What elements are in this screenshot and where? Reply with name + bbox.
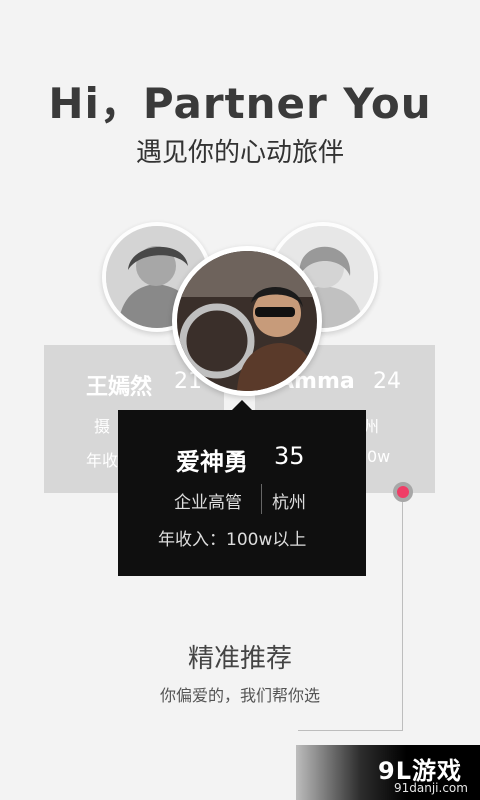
card-pointer xyxy=(232,400,252,410)
feature-title: 精准推荐 xyxy=(187,644,292,674)
subheadline: 遇见你的心动旅伴 xyxy=(135,138,344,168)
person-photo-icon xyxy=(177,251,317,391)
connector-line xyxy=(298,730,403,731)
indicator-dot xyxy=(393,482,413,502)
avatar-center[interactable] xyxy=(172,246,322,396)
profile-occupation: 企业高管 xyxy=(174,493,242,513)
profile-income: 0w xyxy=(367,447,391,466)
profile-age: 24 xyxy=(373,369,401,394)
profile-city: 杭州 xyxy=(272,493,306,513)
profile-age: 35 xyxy=(274,442,305,470)
profile-income: 年收 xyxy=(86,451,119,470)
profile-name: 爱神勇 xyxy=(176,448,248,476)
profile-card-featured[interactable]: 爱神勇 35 企业高管 杭州 年收入：100w以上 xyxy=(118,400,366,576)
watermark-url: 91danji.com xyxy=(394,781,468,795)
watermark: 9L游戏 91danji.com xyxy=(296,745,480,800)
profile-occupation: 摄 xyxy=(94,417,111,436)
feature-description: 你偏爱的，我们帮你选 xyxy=(159,686,320,705)
divider xyxy=(261,484,262,514)
profile-name: 王嫣然 xyxy=(86,375,153,400)
profile-income: 年收入：100w以上 xyxy=(158,530,307,550)
headline: Hi，Partner You xyxy=(48,79,432,128)
